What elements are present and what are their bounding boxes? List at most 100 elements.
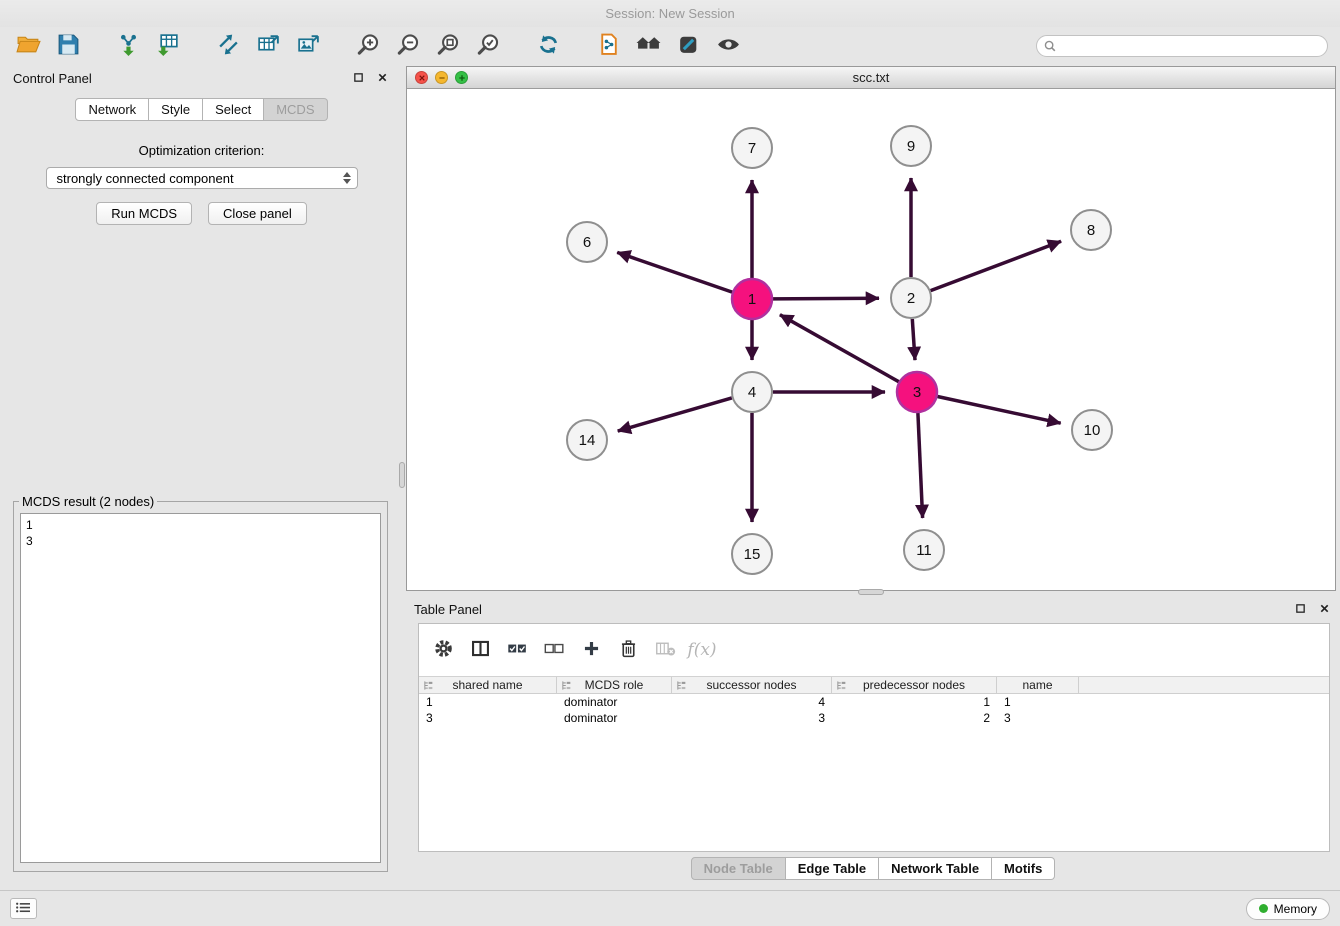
show-hide-button[interactable] (712, 31, 744, 61)
memory-button[interactable]: Memory (1246, 898, 1330, 920)
network-edge-3-11[interactable] (918, 413, 923, 518)
network-node-8[interactable]: 8 (1071, 210, 1111, 250)
window-controls (415, 71, 468, 84)
export-table-button[interactable] (252, 31, 284, 61)
cell-predecessor-nodes[interactable]: 1 (832, 695, 997, 709)
column-header-mcds-role[interactable]: MCDS role (557, 677, 672, 693)
table-row[interactable]: 1 dominator 4 1 1 (419, 694, 1329, 710)
cell-name[interactable]: 1 (997, 695, 1079, 709)
network-window-titlebar[interactable]: scc.txt (407, 67, 1335, 89)
window-titlebar: Session: New Session (0, 0, 1340, 27)
column-header-shared-name[interactable]: shared name (419, 677, 557, 693)
mcds-result-list[interactable]: 1 3 (20, 513, 381, 863)
network-edge-1-2[interactable] (773, 298, 879, 299)
network-node-6[interactable]: 6 (567, 222, 607, 262)
apply-layout-button[interactable] (532, 31, 564, 61)
optimization-criterion-select[interactable]: strongly connected component (46, 167, 358, 189)
cell-successor-nodes[interactable]: 4 (672, 695, 832, 709)
network-node-11[interactable]: 11 (904, 530, 944, 570)
cell-name[interactable]: 3 (997, 711, 1079, 725)
vertical-splitter-handle[interactable] (399, 462, 405, 488)
session-group (12, 31, 84, 61)
open-session-button[interactable] (12, 31, 44, 61)
delete-column-button[interactable] (651, 637, 679, 663)
table-settings-button[interactable] (429, 637, 457, 663)
svg-text:7: 7 (748, 140, 756, 157)
style-button[interactable] (672, 31, 704, 61)
network-node-4[interactable]: 4 (732, 372, 772, 412)
plus-icon (581, 638, 602, 662)
network-edge-2-8[interactable] (931, 241, 1062, 290)
network-edge-1-6[interactable] (617, 252, 732, 292)
import-table-button[interactable] (152, 31, 184, 61)
network-edge-4-14[interactable] (618, 398, 732, 431)
network-node-7[interactable]: 7 (732, 128, 772, 168)
tab-network[interactable]: Network (75, 98, 149, 121)
run-mcds-button[interactable]: Run MCDS (96, 202, 192, 225)
show-columns-button[interactable] (466, 637, 494, 663)
swap-arrows-icon (216, 32, 241, 60)
network-node-14[interactable]: 14 (567, 420, 607, 460)
zoom-selected-button[interactable] (472, 31, 504, 61)
network-node-10[interactable]: 10 (1072, 410, 1112, 450)
column-header-predecessor-nodes[interactable]: predecessor nodes (832, 677, 997, 693)
maximize-window-button[interactable] (455, 71, 468, 84)
network-node-9[interactable]: 9 (891, 126, 931, 166)
select-all-button[interactable] (503, 637, 531, 663)
import-network-button[interactable] (112, 31, 144, 61)
cell-predecessor-nodes[interactable]: 2 (832, 711, 997, 725)
table-row[interactable]: 3 dominator 3 2 3 (419, 710, 1329, 726)
zoom-in-icon (356, 32, 381, 60)
tab-select[interactable]: Select (203, 98, 264, 121)
close-table-panel-button[interactable] (1316, 601, 1332, 617)
control-panel-title: Control Panel (13, 71, 92, 86)
cell-shared-name[interactable]: 1 (419, 695, 557, 709)
function-builder-button[interactable]: f(x) (688, 637, 716, 663)
zoom-out-button[interactable] (392, 31, 424, 61)
zoom-fit-button[interactable] (432, 31, 464, 61)
svg-text:14: 14 (579, 432, 596, 449)
add-column-button[interactable] (577, 637, 605, 663)
zoom-in-button[interactable] (352, 31, 384, 61)
cell-shared-name[interactable]: 3 (419, 711, 557, 725)
float-table-panel-button[interactable] (1292, 601, 1308, 617)
export-network-button[interactable] (212, 31, 244, 61)
network-node-15[interactable]: 15 (732, 534, 772, 574)
delete-row-button[interactable] (614, 637, 642, 663)
network-node-3[interactable]: 3 (897, 372, 937, 412)
close-panel-button[interactable] (374, 70, 390, 86)
export-web-button[interactable] (592, 31, 624, 61)
network-edge-3-10[interactable] (938, 397, 1061, 424)
unchecked-boxes-icon (544, 638, 565, 662)
layout-group (532, 31, 564, 61)
import-network-icon (116, 32, 141, 60)
minimize-window-button[interactable] (435, 71, 448, 84)
tab-network-table[interactable]: Network Table (879, 857, 992, 880)
toggle-panel-button[interactable] (10, 898, 37, 919)
control-panel-tabs: Network Style Select MCDS (5, 98, 398, 121)
network-node-1[interactable]: 1 (732, 279, 772, 319)
save-session-button[interactable] (52, 31, 84, 61)
close-panel-action-button[interactable]: Close panel (208, 202, 307, 225)
column-header-name[interactable]: name (997, 677, 1079, 693)
tab-node-table[interactable]: Node Table (691, 857, 786, 880)
cell-mcds-role[interactable]: dominator (557, 711, 672, 725)
horizontal-splitter-handle[interactable] (858, 589, 884, 595)
tab-style[interactable]: Style (149, 98, 203, 121)
column-header-successor-nodes[interactable]: successor nodes (672, 677, 832, 693)
network-edge-2-3[interactable] (912, 319, 915, 360)
network-node-2[interactable]: 2 (891, 278, 931, 318)
export-image-button[interactable] (292, 31, 324, 61)
deselect-all-button[interactable] (540, 637, 568, 663)
network-canvas[interactable]: 7 9 6 8 1 2 4 3 14 10 15 11 (408, 90, 1334, 590)
search-input[interactable] (1036, 35, 1328, 57)
home-button[interactable] (632, 31, 664, 61)
cell-successor-nodes[interactable]: 3 (672, 711, 832, 725)
cell-mcds-role[interactable]: dominator (557, 695, 672, 709)
tab-edge-table[interactable]: Edge Table (786, 857, 879, 880)
float-panel-button[interactable] (350, 70, 366, 86)
network-edge-3-1[interactable] (780, 315, 899, 382)
tab-mcds[interactable]: MCDS (264, 98, 327, 121)
tab-motifs[interactable]: Motifs (992, 857, 1055, 880)
close-window-button[interactable] (415, 71, 428, 84)
